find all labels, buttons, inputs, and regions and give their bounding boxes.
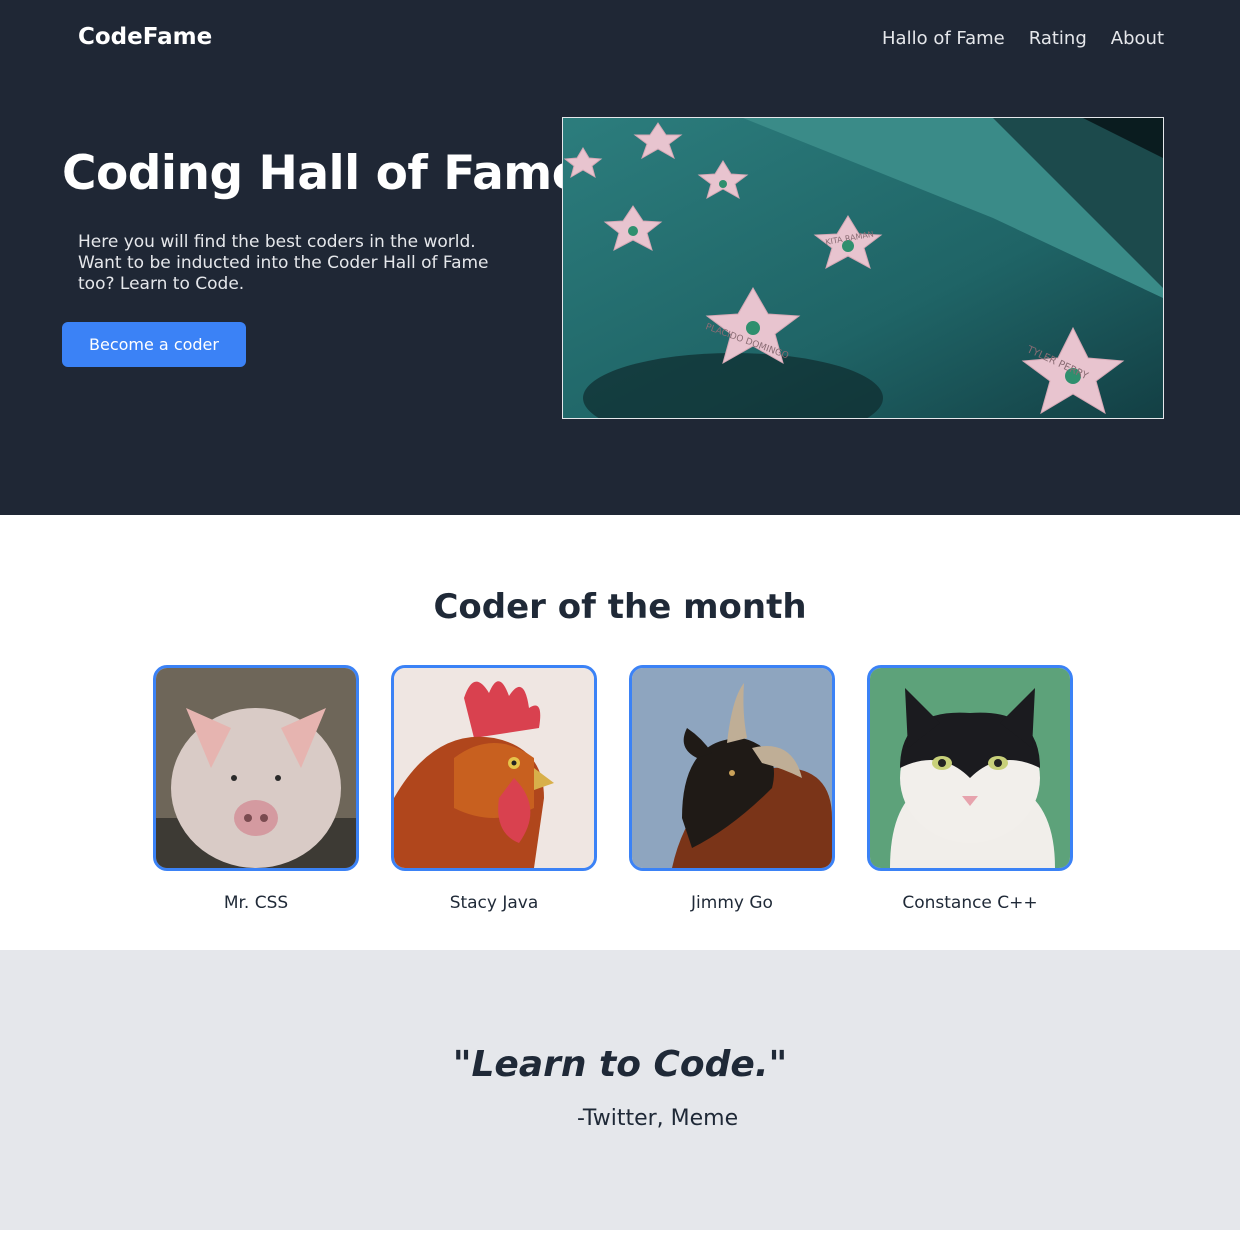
coder-name: Mr. CSS	[223, 893, 289, 913]
coder-name: Jimmy Go	[691, 893, 773, 913]
nav-link-about[interactable]: About	[1111, 28, 1164, 49]
coder-card[interactable]: Constance C++	[867, 665, 1073, 913]
hero-description: Here you will find the best coders in th…	[78, 232, 489, 294]
hero-section: CodeFame Hallo of Fame Rating About Codi…	[0, 0, 1240, 515]
goat-photo[interactable]	[629, 665, 835, 871]
coder-card[interactable]: Jimmy Go	[629, 665, 835, 913]
hero-title: Coding Hall of Fame	[62, 146, 584, 201]
coder-name: Stacy Java	[449, 893, 539, 913]
coder-cards: Mr. CSS Stacy Java Jimmy Go Constance C+…	[153, 665, 1073, 913]
quote-section: "Learn to Code." -Twitter, Meme	[0, 950, 1240, 1230]
become-coder-button[interactable]: Become a coder	[62, 322, 246, 367]
coder-card[interactable]: Mr. CSS	[153, 665, 359, 913]
quote-text: "Learn to Code."	[452, 1044, 788, 1085]
coder-card[interactable]: Stacy Java	[391, 665, 597, 913]
walk-of-fame-image: KITA RAMAN PLACIDO DOMINGO TYLER PERRY	[562, 117, 1164, 419]
nav-link-hall-of-fame[interactable]: Hallo of Fame	[882, 28, 1005, 49]
coders-section: Coder of the month Mr. CSS Stacy Java Ji…	[0, 515, 1240, 950]
cat-photo[interactable]	[867, 665, 1073, 871]
pig-photo[interactable]	[153, 665, 359, 871]
main-nav: Hallo of Fame Rating About	[882, 28, 1164, 49]
section-title: Coder of the month	[433, 587, 807, 627]
quote-author: -Twitter, Meme	[577, 1106, 739, 1131]
nav-link-rating[interactable]: Rating	[1029, 28, 1087, 49]
rooster-photo[interactable]	[391, 665, 597, 871]
coder-name: Constance C++	[902, 893, 1038, 913]
brand-logo[interactable]: CodeFame	[78, 24, 212, 50]
